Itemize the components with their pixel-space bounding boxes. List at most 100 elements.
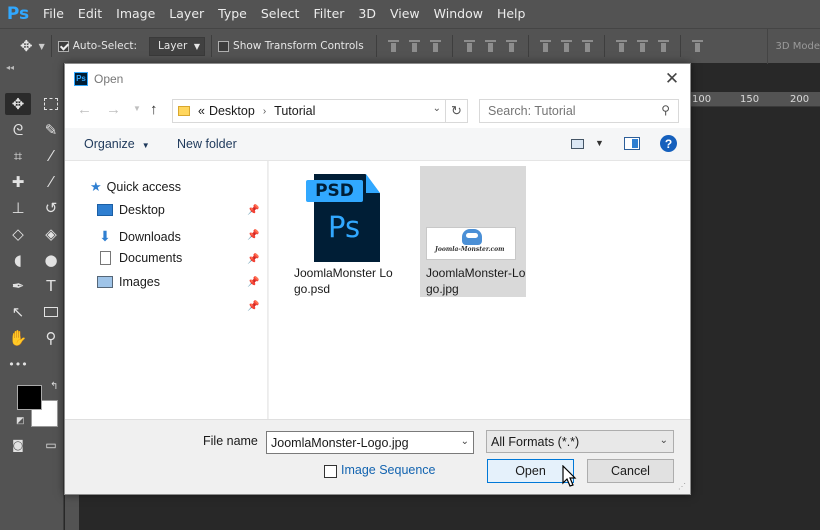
quick-select-tool-icon[interactable]: ✎	[38, 119, 64, 141]
eraser-tool-icon[interactable]: ◇	[5, 223, 31, 245]
clone-stamp-tool-icon[interactable]: ⊥	[5, 197, 31, 219]
close-icon[interactable]: ✕	[662, 69, 682, 89]
image-sequence-checkbox[interactable]	[324, 465, 337, 478]
healing-brush-tool-icon[interactable]: ✚	[5, 171, 31, 193]
align-top-icon[interactable]	[387, 39, 399, 53]
canvas-area[interactable]	[690, 107, 820, 530]
breadcrumb-overflow[interactable]: «	[198, 104, 205, 118]
change-view-icon[interactable]	[571, 139, 584, 149]
breadcrumb-separator-icon[interactable]: ›	[263, 106, 266, 117]
menu-view[interactable]: View	[383, 0, 427, 28]
paint-bucket-tool-icon[interactable]: ◈	[38, 223, 64, 245]
chevron-down-icon[interactable]: ⌄	[461, 436, 469, 447]
dodge-tool-icon[interactable]: ●	[38, 249, 64, 271]
pin-icon[interactable]: 📌	[247, 301, 259, 312]
menu-layer[interactable]: Layer	[162, 0, 211, 28]
type-tool-icon[interactable]: T	[38, 275, 64, 297]
pin-icon[interactable]: 📌	[247, 277, 259, 288]
file-item-jpg[interactable]: Joomla-Monster.com JoomlaMonster-Logo.jp…	[420, 166, 526, 297]
pen-tool-icon[interactable]: ✒	[5, 275, 31, 297]
blur-tool-icon[interactable]: ◖	[5, 249, 31, 271]
distribute-bottom-icon[interactable]	[581, 39, 593, 53]
distribute-hcenter-icon[interactable]	[636, 39, 648, 53]
chevron-down-icon[interactable]: ⌄	[433, 103, 441, 114]
align-bottom-icon[interactable]	[429, 39, 441, 53]
forward-arrow-icon[interactable]: →	[106, 101, 121, 118]
file-name-combobox[interactable]: ⌄	[266, 431, 474, 454]
auto-align-icon[interactable]	[691, 39, 703, 53]
new-folder-button[interactable]: New folder	[177, 137, 237, 151]
history-brush-tool-icon[interactable]: ↺	[38, 197, 64, 219]
pin-icon[interactable]: 📌	[247, 205, 259, 216]
menu-window[interactable]: Window	[427, 0, 490, 28]
brush-tool-icon[interactable]: ⁄	[38, 171, 64, 193]
align-hcenter-icon[interactable]	[484, 39, 496, 53]
open-button[interactable]: Open	[487, 459, 574, 483]
image-sequence-label[interactable]: Image Sequence	[341, 463, 436, 477]
foreground-color-swatch[interactable]	[17, 385, 42, 410]
swap-colors-icon[interactable]: ↰	[50, 381, 58, 392]
align-left-icon[interactable]	[463, 39, 475, 53]
lasso-tool-icon[interactable]: ᘓ	[5, 119, 31, 141]
distribute-right-icon[interactable]	[657, 39, 669, 53]
search-box[interactable]: ⚲	[479, 99, 679, 123]
screen-mode-icon[interactable]: ▭	[38, 434, 64, 456]
align-right-icon[interactable]	[505, 39, 517, 53]
menu-filter[interactable]: Filter	[306, 0, 351, 28]
path-select-tool-icon[interactable]: ↖	[5, 301, 31, 323]
refresh-icon[interactable]: ↻	[445, 100, 467, 122]
view-options-dropdown-icon[interactable]: ▼	[595, 138, 604, 148]
nav-item-label: Desktop	[119, 203, 165, 217]
nav-item-downloads[interactable]: ⬇ Downloads	[97, 228, 181, 245]
menu-select[interactable]: Select	[254, 0, 307, 28]
align-vcenter-icon[interactable]	[408, 39, 420, 53]
menu-3d[interactable]: 3D	[351, 0, 383, 28]
move-tool-icon[interactable]: ✥	[5, 93, 31, 115]
pin-icon[interactable]: 📌	[247, 230, 259, 241]
menu-image[interactable]: Image	[109, 0, 162, 28]
show-transform-checkbox[interactable]	[218, 40, 230, 52]
menu-help[interactable]: Help	[490, 0, 533, 28]
breadcrumb-tutorial[interactable]: Tutorial	[274, 104, 315, 118]
nav-item-images[interactable]: Images	[97, 275, 160, 289]
eyedropper-tool-icon[interactable]: ⁄	[38, 145, 64, 167]
rectangle-tool-icon[interactable]	[38, 301, 64, 323]
more-tools-icon[interactable]: •••	[5, 353, 31, 375]
quick-mask-icon[interactable]: ◙	[5, 434, 31, 456]
marquee-tool-icon[interactable]	[38, 93, 64, 115]
pin-icon[interactable]: 📌	[247, 254, 259, 265]
cancel-button[interactable]: Cancel	[587, 459, 674, 483]
back-arrow-icon[interactable]: ←	[77, 101, 92, 118]
organize-button[interactable]: Organize ▼	[84, 137, 150, 151]
move-tool-preset-icon[interactable]: ✥	[20, 37, 33, 55]
help-icon[interactable]: ?	[660, 135, 677, 152]
crop-tool-icon[interactable]: ⌗	[5, 145, 31, 167]
distribute-top-icon[interactable]	[539, 39, 551, 53]
preset-dropdown-icon[interactable]: ▼	[39, 42, 45, 51]
collapse-icon[interactable]: ◂◂	[6, 63, 14, 72]
search-icon[interactable]: ⚲	[661, 103, 670, 117]
address-bar[interactable]: « Desktop › Tutorial ⌄ ↻	[172, 99, 468, 123]
nav-item-desktop[interactable]: Desktop	[97, 203, 165, 217]
resize-grip-icon[interactable]: ⋰	[678, 482, 688, 492]
breadcrumb-desktop[interactable]: Desktop	[209, 104, 255, 118]
up-arrow-icon[interactable]: ↑	[150, 101, 158, 118]
distribute-vcenter-icon[interactable]	[560, 39, 572, 53]
menu-type[interactable]: Type	[211, 0, 254, 28]
nav-item-documents[interactable]: Documents	[97, 251, 182, 265]
distribute-left-icon[interactable]	[615, 39, 627, 53]
recent-locations-icon[interactable]: ▼	[133, 104, 141, 113]
auto-select-target-dropdown[interactable]: Layer ▼	[149, 36, 206, 56]
search-input[interactable]	[480, 100, 650, 122]
file-format-dropdown[interactable]: All Formats (*.*) ⌄	[486, 430, 674, 453]
hand-tool-icon[interactable]: ✋	[5, 327, 31, 349]
nav-item-quick-access[interactable]: ★ Quick access	[90, 179, 181, 195]
menu-edit[interactable]: Edit	[71, 0, 109, 28]
file-name-input[interactable]	[267, 432, 452, 453]
preview-pane-icon[interactable]	[624, 137, 640, 150]
menu-file[interactable]: File	[36, 0, 71, 28]
file-item-psd[interactable]: PSD Ps JoomlaMonster Logo.psd	[288, 166, 394, 297]
default-colors-icon[interactable]: ◩	[16, 415, 25, 426]
zoom-tool-icon[interactable]: ⚲	[38, 327, 64, 349]
auto-select-checkbox[interactable]	[57, 40, 69, 52]
